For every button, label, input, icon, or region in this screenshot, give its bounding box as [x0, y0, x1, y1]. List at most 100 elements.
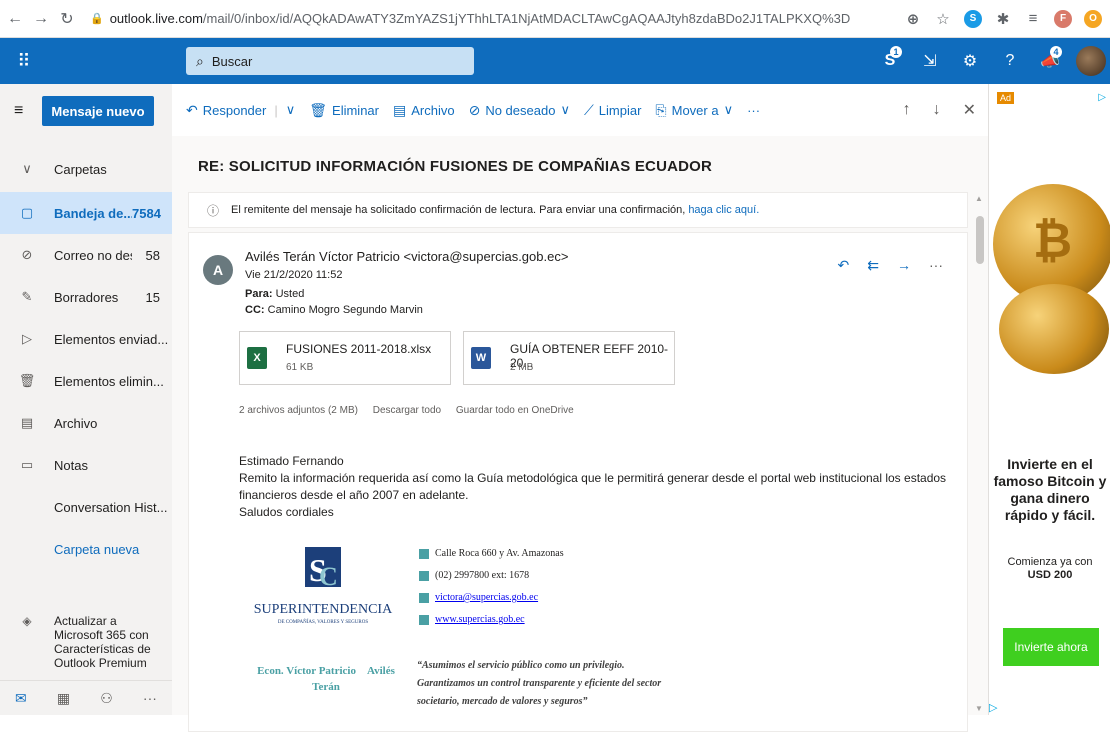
puzzle-icon[interactable]: ✱: [994, 10, 1012, 28]
block-icon: ⊘: [21, 247, 33, 262]
folder-deleted[interactable]: 🗑 Elementos elimin...: [0, 360, 172, 402]
extension-s-icon[interactable]: S: [964, 9, 982, 28]
move-to-button[interactable]: ⎘ Mover a ∨: [655, 102, 733, 119]
url-path: /mail/0/inbox/id/AQQkADAwATY3ZmYAZS1jYTh…: [202, 11, 851, 26]
search-placeholder: Buscar: [211, 53, 253, 69]
reading-pane: RE: SOLICITUD INFORMACIÓN FUSIONES DE CO…: [172, 136, 988, 732]
settings-button[interactable]: ⚙: [950, 38, 990, 84]
message-body: Estimado Fernando Remito la información …: [239, 454, 947, 519]
web-icon: [419, 615, 429, 625]
scroll-thumb[interactable]: [976, 216, 984, 264]
reply-options-dropdown[interactable]: ∨: [286, 102, 296, 118]
attachment-size: 61 KB: [286, 362, 314, 373]
download-all-link[interactable]: Descargar todo: [373, 405, 441, 416]
sig-org-subtitle: DE COMPAÑÍAS, VALORES Y SEGUROS: [278, 619, 368, 625]
search-box[interactable]: ⌕ Buscar: [186, 47, 474, 75]
trash-icon: 🗑: [18, 373, 36, 388]
folder-junk[interactable]: ⊘ Correo no des... 58: [0, 234, 172, 276]
folder-count: 58: [145, 247, 160, 263]
diamond-icon: ◈: [22, 614, 32, 628]
folder-sent[interactable]: ▷ Elementos enviad...: [0, 318, 172, 360]
new-message-button[interactable]: Mensaje nuevo: [42, 96, 154, 126]
attachment-word[interactable]: W GUÍA OBTENER EEFF 2010-20... 2 MB: [463, 331, 675, 385]
folder-pane: ≡ Mensaje nuevo ∨ Carpetas ▢ Bandeja de.…: [0, 84, 172, 715]
more-icon[interactable]: ···: [929, 257, 943, 274]
signature-web-link[interactable]: www.supercias.gob.ec: [435, 609, 525, 631]
bookmark-star-icon[interactable]: ☆: [934, 10, 952, 28]
block-icon: ⊘: [468, 101, 481, 118]
reply-button[interactable]: ↶ Responder: [186, 102, 266, 119]
reload-icon[interactable]: ↻: [56, 9, 78, 29]
people-icon[interactable]: ⚇: [100, 690, 113, 707]
reading-list-icon[interactable]: ≡: [1024, 10, 1042, 28]
search-icon: ⌕: [196, 52, 204, 69]
folder-notes[interactable]: ▭ Notas: [0, 444, 172, 486]
skype-button[interactable]: S1: [870, 38, 910, 84]
address-bar[interactable]: 🔒 outlook.live.com/mail/0/inbox/id/AQQkA…: [90, 5, 904, 33]
archive-button[interactable]: ▤ Archivo: [393, 102, 455, 119]
reply-icon[interactable]: ↶: [838, 257, 850, 274]
folder-archive[interactable]: ▤ Archivo: [0, 402, 172, 444]
junk-button[interactable]: ⊘ No deseado ∨: [469, 102, 570, 119]
reading-pane-scrollbar[interactable]: ▲ ▼: [974, 190, 986, 715]
calendar-icon[interactable]: ▦: [57, 690, 70, 707]
upgrade-premium-link[interactable]: ◈ Actualizar a Microsoft 365 con Caracte…: [0, 614, 172, 670]
ad-cta-button[interactable]: Invierte ahora: [1003, 628, 1099, 666]
back-arrow-icon[interactable]: ←: [4, 10, 26, 28]
hamburger-icon[interactable]: ≡: [14, 102, 23, 120]
outlook-header: ⠿ ⌕ Buscar S1 ⇲ ⚙ ? 📣 4: [0, 38, 1110, 84]
feedback-button[interactable]: 📣 4: [1030, 38, 1070, 84]
more-actions-button[interactable]: ···: [747, 103, 760, 118]
folder-inbox[interactable]: ▢ Bandeja de... 7584: [0, 192, 172, 234]
reply-all-icon[interactable]: ⇇: [867, 257, 879, 274]
mail-icon[interactable]: ✉: [15, 690, 27, 707]
lock-icon: 🔒: [90, 13, 104, 25]
save-onedrive-link[interactable]: Guardar todo en OneDrive: [456, 405, 574, 416]
scroll-down-icon[interactable]: ▼: [975, 704, 983, 713]
folder-conversation-history[interactable]: Conversation Hist...: [0, 486, 172, 528]
close-icon[interactable]: ✕: [963, 100, 976, 120]
read-receipt-link[interactable]: haga clic aquí.: [688, 204, 759, 216]
send-icon: ▷: [22, 331, 32, 346]
forward-arrow-icon[interactable]: →: [897, 257, 911, 274]
folder-drafts[interactable]: ✎ Borradores 15: [0, 276, 172, 318]
supercias-logo: S C SUPERINTENDENCIA DE COMPAÑÍAS, VALOR…: [254, 547, 393, 625]
info-icon: ⓘ: [207, 203, 220, 218]
scroll-up-icon[interactable]: ▲: [975, 194, 983, 203]
sig-org-name: SUPERINTENDENCIA: [254, 602, 393, 617]
ad-choices-icon[interactable]: ▷: [989, 701, 1003, 715]
chevron-down-icon: ∨: [285, 102, 296, 117]
attachment-excel[interactable]: X FUSIONES 2011-2018.xlsx 61 KB: [239, 331, 451, 385]
help-button[interactable]: ?: [990, 38, 1030, 84]
skype-badge: 1: [890, 46, 902, 58]
ad-subtext: Comienza ya con USD 200: [1007, 556, 1093, 581]
archive-icon: ▤: [393, 101, 407, 118]
profile-avatar[interactable]: F: [1054, 9, 1072, 28]
folder-count: 15: [145, 289, 160, 305]
signature-email-link[interactable]: victora@supercias.gob.ec: [435, 587, 538, 609]
location-pin-icon: [419, 549, 429, 559]
delete-button[interactable]: 🗑 Eliminar: [309, 102, 379, 119]
folders-header[interactable]: ∨ Carpetas: [0, 148, 172, 190]
previous-message-arrow-icon[interactable]: ↑: [903, 101, 911, 119]
pencil-icon: ✎: [21, 289, 33, 304]
svg-text:C: C: [319, 562, 338, 591]
app-launcher-icon[interactable]: ⠿: [0, 51, 48, 72]
ad-choices-icon[interactable]: ▷: [1098, 92, 1106, 103]
more-apps-icon[interactable]: ···: [143, 690, 157, 706]
forward-arrow-icon[interactable]: →: [30, 10, 52, 28]
attachment-size: 2 MB: [510, 362, 534, 373]
sender-name[interactable]: Avilés Terán Víctor Patricio <victora@su…: [245, 249, 568, 264]
user-avatar[interactable]: [1076, 46, 1106, 76]
gear-icon: ⚙: [962, 53, 978, 70]
extension-o-icon[interactable]: O: [1084, 9, 1102, 28]
sweep-button[interactable]: ⟋ Limpiar: [584, 102, 641, 119]
signature-quote: “Asumimos el servicio público como un pr…: [417, 660, 662, 707]
ad-panel[interactable]: Ad ▷ ₿ Invierte en el famoso Bitcoin y g…: [988, 84, 1110, 715]
next-message-arrow-icon[interactable]: ↓: [933, 101, 941, 119]
zoom-icon[interactable]: ⊕: [904, 10, 922, 28]
browser-toolbar: ← → ↻ 🔒 outlook.live.com/mail/0/inbox/id…: [0, 0, 1110, 38]
sender-avatar[interactable]: A: [203, 255, 233, 285]
my-day-button[interactable]: ⇲: [910, 38, 950, 84]
new-folder-link[interactable]: Carpeta nueva: [0, 528, 172, 570]
